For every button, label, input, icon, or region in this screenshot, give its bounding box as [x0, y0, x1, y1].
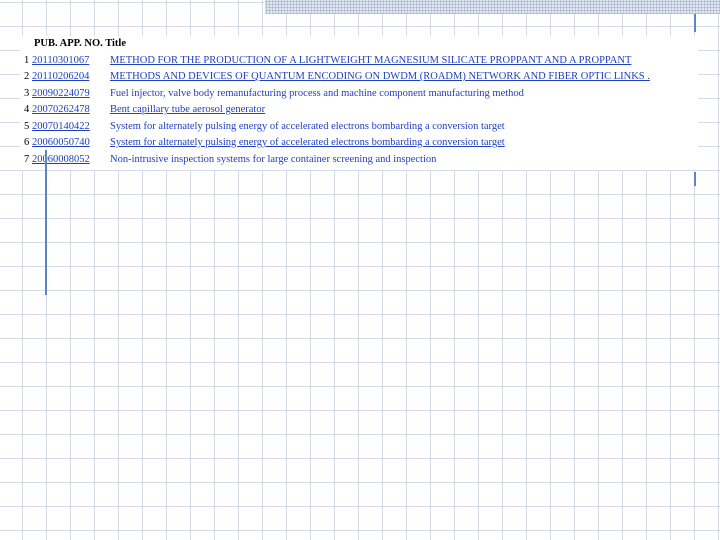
results-table: PUB. APP. NO. Title 1 20110301067 METHOD F…	[20, 36, 698, 170]
table-row: 5 20070140422 System for alternately pulsi…	[24, 119, 505, 135]
table-row: 1 20110301067 METHOD FOR THE PRODUCTION OF…	[24, 53, 631, 69]
table-row: 3 20090224079 Fuel injector, valve body re…	[24, 86, 524, 102]
row-number: 1	[24, 55, 30, 66]
row-number: 2	[24, 71, 30, 82]
dotted-header-band	[265, 0, 720, 14]
title-link[interactable]: Bent capillary tube aerosol generator	[110, 102, 265, 118]
header-title: Title	[105, 38, 126, 49]
table-row: 7 20060008052 Non-intrusive inspection sys…	[24, 152, 436, 168]
title-text: Fuel injector, valve body remanufacturin…	[110, 88, 524, 99]
title-link[interactable]: METHOD FOR THE PRODUCTION OF A LIGHTWEIG…	[110, 53, 631, 69]
pub-app-link[interactable]: 20110301067	[32, 53, 110, 69]
row-number: 7	[24, 154, 30, 165]
title-link[interactable]: System for alternately pulsing energy of…	[110, 135, 505, 151]
accent-line-left	[45, 150, 47, 295]
title-link[interactable]: METHODS AND DEVICES OF QUANTUM ENCODING …	[110, 69, 650, 85]
row-number: 6	[24, 137, 30, 148]
pub-app-link[interactable]: 20070140422	[32, 119, 110, 135]
pub-app-link[interactable]: 20060008052	[32, 152, 110, 168]
pub-app-link[interactable]: 20060050740	[32, 135, 110, 151]
accent-line-right-lower	[694, 172, 696, 186]
pub-app-link[interactable]: 20070262478	[32, 102, 110, 118]
header-pub-app-no: PUB. APP. NO.	[34, 38, 103, 49]
table-row: 6 20060050740 System for alternately pulsi…	[24, 135, 505, 151]
table-row: 2 20110206204 METHODS AND DEVICES OF QUANT…	[24, 69, 650, 85]
row-number: 4	[24, 104, 30, 115]
table-header: PUB. APP. NO. Title	[34, 38, 126, 49]
title-text: System for alternately pulsing energy of…	[110, 121, 505, 132]
pub-app-link[interactable]: 20110206204	[32, 69, 110, 85]
title-text: Non-intrusive inspection systems for lar…	[110, 154, 437, 165]
accent-line-right	[694, 14, 696, 32]
row-number: 5	[24, 121, 30, 132]
row-number: 3	[24, 88, 30, 99]
pub-app-link[interactable]: 20090224079	[32, 86, 110, 102]
table-row: 4 20070262478 Bent capillary tube aerosol …	[24, 102, 265, 118]
